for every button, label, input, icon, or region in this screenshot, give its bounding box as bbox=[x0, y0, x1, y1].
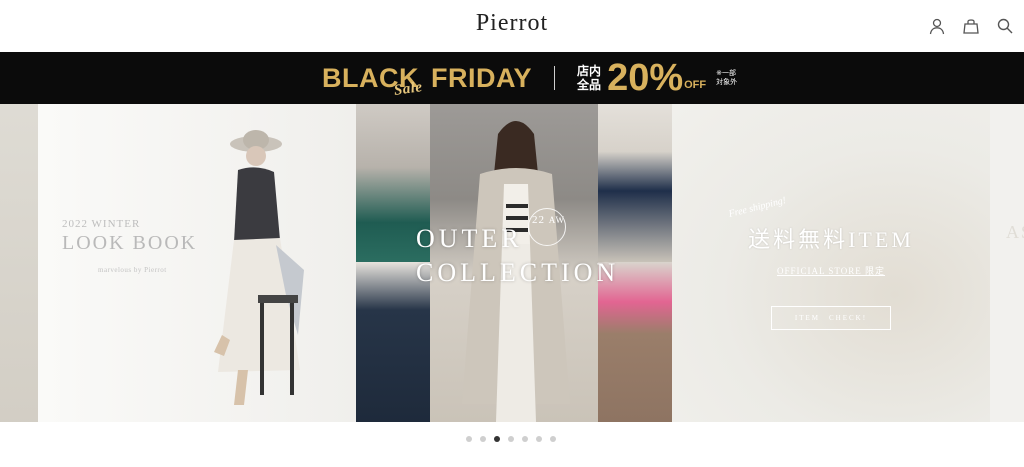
carousel-pager bbox=[466, 436, 556, 442]
banner-friday-text: FRIDAY bbox=[431, 62, 533, 93]
hero-carousel[interactable]: 2022 WINTER LOOK BOOK marvelous by Pierr… bbox=[0, 104, 1024, 422]
site-header: Pierrot bbox=[0, 0, 1024, 52]
banner-off: OFF bbox=[684, 79, 707, 91]
banner-note: ※一部 対象外 bbox=[716, 69, 737, 87]
header-icons bbox=[928, 17, 1014, 35]
lookbook-title: LOOK BOOK bbox=[62, 232, 198, 254]
search-icon[interactable] bbox=[996, 17, 1014, 35]
banner-note-line2: 対象外 bbox=[716, 78, 738, 86]
free-shipping-background bbox=[672, 104, 990, 422]
outer-title-line1: OUTER bbox=[416, 224, 523, 253]
banner-sale-script: Sale bbox=[392, 78, 424, 99]
banner-black-friday: BLACK FRIDAY Sale bbox=[322, 62, 533, 99]
pager-dot[interactable] bbox=[508, 436, 514, 442]
slide-previous-partial[interactable] bbox=[0, 104, 38, 422]
item-check-button[interactable]: ITEM CHECK! bbox=[771, 306, 891, 330]
slide-next-partial[interactable]: AS bbox=[990, 104, 1024, 422]
banner-tennai-line1: 店内 bbox=[577, 64, 602, 78]
slide-free-shipping[interactable]: Free shipping! 送料無料ITEM OFFICIAL STORE 限… bbox=[672, 104, 990, 422]
free-shipping-title: 送料無料ITEM bbox=[748, 227, 914, 252]
pager-dot[interactable] bbox=[536, 436, 542, 442]
pager-dot[interactable] bbox=[480, 436, 486, 442]
pager-dot[interactable] bbox=[550, 436, 556, 442]
banner-store-all-items: 店内 全品 bbox=[577, 64, 601, 92]
banner-tennai-line2: 全品 bbox=[577, 78, 602, 92]
banner-divider bbox=[554, 66, 556, 90]
free-shipping-subtitle: OFFICIAL STORE 限定 bbox=[776, 266, 885, 276]
bag-icon[interactable] bbox=[962, 17, 980, 35]
pager-dot[interactable] bbox=[522, 436, 528, 442]
slide-lookbook[interactable]: 2022 WINTER LOOK BOOK marvelous by Pierr… bbox=[38, 104, 356, 422]
banner-note-line1: ※一部 bbox=[716, 69, 736, 77]
pager-dot[interactable] bbox=[466, 436, 472, 442]
site-logo[interactable]: Pierrot bbox=[0, 10, 1024, 37]
black-friday-banner[interactable]: BLACK FRIDAY Sale 店内 全品 20% OFF ※一部 対象外 bbox=[0, 52, 1024, 104]
banner-off-wrap: OFF bbox=[684, 65, 706, 91]
banner-content: BLACK FRIDAY Sale 店内 全品 20% OFF ※一部 対象外 bbox=[322, 52, 737, 104]
user-icon[interactable] bbox=[928, 17, 946, 35]
lookbook-subtitle: marvelous by Pierrot bbox=[98, 266, 167, 274]
lookbook-year: 2022 WINTER bbox=[62, 218, 141, 230]
banner-percent: 20% bbox=[607, 57, 684, 99]
pager-dot-active[interactable] bbox=[494, 436, 500, 442]
next-slide-partial-text: AS bbox=[1006, 222, 1024, 242]
slide-outer-collection[interactable]: 22 AW OUTER COLLECTION bbox=[356, 104, 672, 422]
lookbook-model-image bbox=[214, 130, 304, 405]
outer-title-line2: COLLECTION bbox=[416, 258, 620, 287]
outer-title: OUTER COLLECTION bbox=[416, 222, 619, 290]
